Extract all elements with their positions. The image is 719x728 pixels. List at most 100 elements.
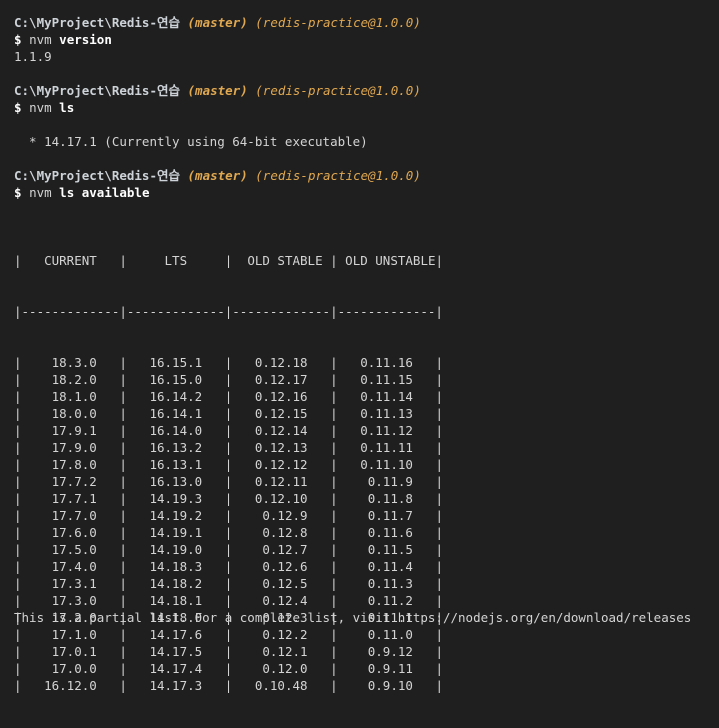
header-lts: LTS (126, 253, 225, 268)
cell-lts: 16.13.0 (126, 474, 225, 489)
package-name: (redis-practice@1.0.0) (255, 168, 421, 183)
cell-lts: 14.18.3 (126, 559, 225, 574)
cell-lts: 16.14.0 (126, 423, 225, 438)
table-row: | 17.3.0 | 14.18.1 | 0.12.4 | 0.11.2 | (14, 593, 444, 608)
header-old-stable: OLD STABLE (232, 253, 331, 268)
package-name: (redis-practice@1.0.0) (255, 83, 421, 98)
cell-old-unstable: 0.11.3 (337, 576, 436, 591)
cell-current: 17.9.0 (21, 440, 120, 455)
cell-lts: 16.13.2 (126, 440, 225, 455)
cell-old-stable: 0.12.6 (232, 559, 331, 574)
cell-current: 17.7.2 (21, 474, 120, 489)
cell-current: 18.0.0 (21, 406, 120, 421)
table-row: | 17.7.1 | 14.19.3 | 0.12.10 | 0.11.8 | (14, 491, 444, 506)
cell-lts: 16.14.1 (126, 406, 225, 421)
package-name: (redis-practice@1.0.0) (255, 15, 421, 30)
cell-old-unstable: 0.11.16 (337, 355, 436, 370)
git-branch: (master) (187, 83, 248, 98)
cell-old-stable: 0.12.5 (232, 576, 331, 591)
cell-old-stable: 0.12.17 (232, 372, 331, 387)
cell-lts: 16.15.1 (126, 355, 225, 370)
table-row: | 18.3.0 | 16.15.1 | 0.12.18 | 0.11.16 | (14, 355, 444, 370)
cell-lts: 14.19.0 (126, 542, 225, 557)
cell-old-unstable: 0.11.10 (337, 457, 436, 472)
cell-lts: 14.17.6 (126, 627, 225, 642)
cell-lts: 16.13.1 (126, 457, 225, 472)
cell-old-unstable: 0.11.11 (337, 440, 436, 455)
cell-old-stable: 0.12.10 (232, 491, 331, 506)
table-row: | 17.0.1 | 14.17.5 | 0.12.1 | 0.9.12 | (14, 644, 444, 659)
command-args: version (59, 32, 112, 47)
cell-lts: 16.15.0 (126, 372, 225, 387)
cell-old-stable: 0.12.8 (232, 525, 331, 540)
command-line: $ nvm version (14, 31, 112, 48)
table-divider: |-------------|-------------|-----------… (14, 304, 443, 319)
versions-table: | CURRENT | LTS | OLD STABLE | OLD UNSTA… (14, 218, 443, 728)
cell-old-stable: 0.12.16 (232, 389, 331, 404)
cell-old-unstable: 0.11.2 (337, 593, 436, 608)
command-name: nvm (29, 185, 52, 200)
cell-old-unstable: 0.9.11 (337, 661, 436, 676)
cell-current: 17.9.1 (21, 423, 120, 438)
table-row: | 17.8.0 | 16.13.1 | 0.12.12 | 0.11.10 | (14, 457, 444, 472)
table-row: | 17.4.0 | 14.18.3 | 0.12.6 | 0.11.4 | (14, 559, 444, 574)
cell-current: 17.3.0 (21, 593, 120, 608)
table-body: | 18.3.0 | 16.15.1 | 0.12.18 | 0.11.16 |… (14, 354, 443, 694)
cell-lts: 16.14.2 (126, 389, 225, 404)
cell-old-stable: 0.12.18 (232, 355, 331, 370)
cell-old-stable: 0.12.15 (232, 406, 331, 421)
cell-old-unstable: 0.9.12 (337, 644, 436, 659)
cell-old-unstable: 0.11.14 (337, 389, 436, 404)
cell-old-unstable: 0.11.8 (337, 491, 436, 506)
command-args: ls (59, 100, 75, 115)
terminal-window[interactable]: C:\MyProject\Redis-연습 (master) (redis-pr… (0, 0, 719, 693)
command-name: nvm (29, 100, 52, 115)
git-branch: (master) (187, 15, 248, 30)
table-row: | 17.7.2 | 16.13.0 | 0.12.11 | 0.11.9 | (14, 474, 444, 489)
cell-old-unstable: 0.11.12 (337, 423, 436, 438)
cell-old-unstable: 0.11.0 (337, 627, 436, 642)
cell-current: 17.8.0 (21, 457, 120, 472)
header-old-unstable: OLD UNSTABLE (337, 253, 436, 268)
cell-old-unstable: 0.11.15 (337, 372, 436, 387)
cell-old-stable: 0.12.12 (232, 457, 331, 472)
prompt-symbol: $ (14, 185, 22, 200)
table-row: | 17.0.0 | 14.17.4 | 0.12.0 | 0.9.11 | (14, 661, 444, 676)
prompt-line: C:\MyProject\Redis-연습 (master) (redis-pr… (14, 167, 421, 184)
table-row: | 17.9.0 | 16.13.2 | 0.12.13 | 0.11.11 | (14, 440, 444, 455)
table-header-row: | CURRENT | LTS | OLD STABLE | OLD UNSTA… (14, 253, 444, 268)
cell-current: 17.6.0 (21, 525, 120, 540)
cell-old-stable: 0.12.7 (232, 542, 331, 557)
cell-old-stable: 0.12.9 (232, 508, 331, 523)
cell-old-unstable: 0.11.7 (337, 508, 436, 523)
table-row: | 17.1.0 | 14.17.6 | 0.12.2 | 0.11.0 | (14, 627, 444, 642)
footer-note: This is a partial list. For a complete l… (14, 610, 692, 625)
prompt-path: C:\MyProject\Redis-연습 (14, 168, 180, 183)
cell-old-stable: 0.10.48 (232, 678, 331, 693)
cell-current: 18.2.0 (21, 372, 120, 387)
table-row: | 16.12.0 | 14.17.3 | 0.10.48 | 0.9.10 | (14, 678, 444, 693)
table-row: | 17.3.1 | 14.18.2 | 0.12.5 | 0.11.3 | (14, 576, 444, 591)
cell-current: 18.3.0 (21, 355, 120, 370)
cell-old-unstable: 0.11.13 (337, 406, 436, 421)
cell-old-stable: 0.12.1 (232, 644, 331, 659)
cell-old-unstable: 0.9.10 (337, 678, 436, 693)
cell-lts: 14.17.4 (126, 661, 225, 676)
table-row: | 17.7.0 | 14.19.2 | 0.12.9 | 0.11.7 | (14, 508, 444, 523)
prompt-symbol: $ (14, 100, 22, 115)
prompt-symbol: $ (14, 32, 22, 47)
cell-current: 17.0.0 (21, 661, 120, 676)
cell-old-unstable: 0.11.4 (337, 559, 436, 574)
table-row: | 18.2.0 | 16.15.0 | 0.12.17 | 0.11.15 | (14, 372, 444, 387)
cell-lts: 14.17.5 (126, 644, 225, 659)
prompt-line: C:\MyProject\Redis-연습 (master) (redis-pr… (14, 14, 421, 31)
cell-lts: 14.19.2 (126, 508, 225, 523)
table-row: | 18.0.0 | 16.14.1 | 0.12.15 | 0.11.13 | (14, 406, 444, 421)
header-current: CURRENT (21, 253, 120, 268)
cell-old-stable: 0.12.2 (232, 627, 331, 642)
cell-old-stable: 0.12.4 (232, 593, 331, 608)
cell-current: 17.7.1 (21, 491, 120, 506)
cell-current: 17.4.0 (21, 559, 120, 574)
cell-current: 17.1.0 (21, 627, 120, 642)
table-row: | 17.6.0 | 14.19.1 | 0.12.8 | 0.11.6 | (14, 525, 444, 540)
